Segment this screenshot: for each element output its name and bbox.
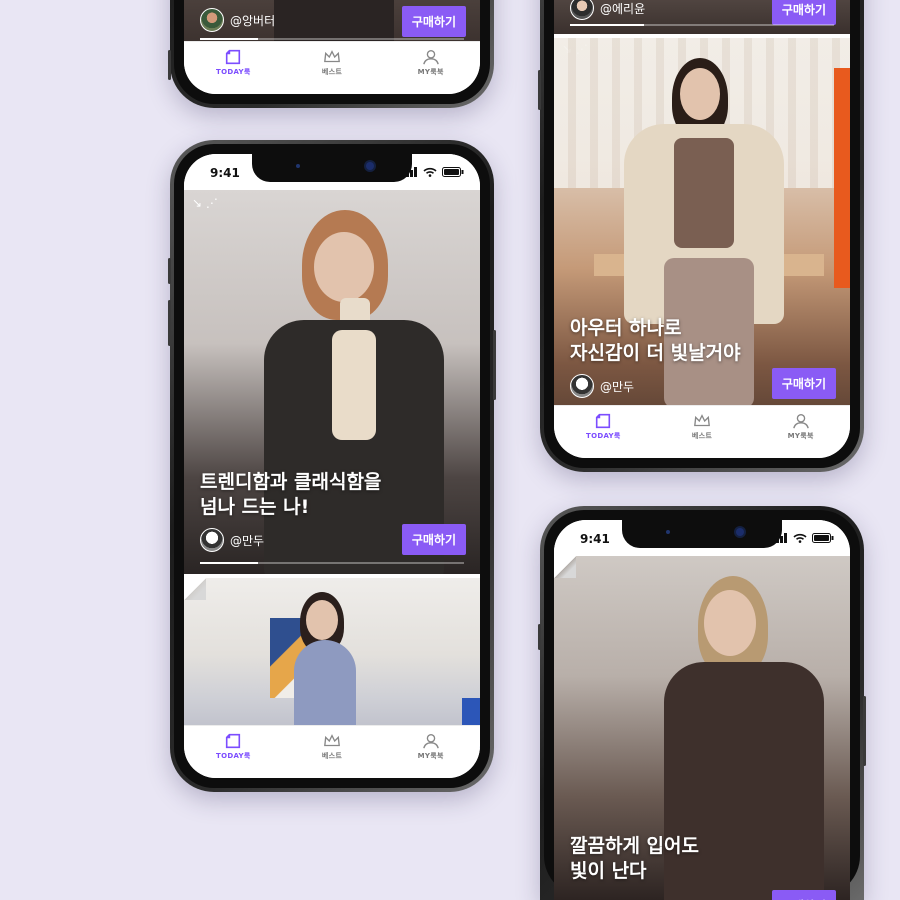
previous-look-photo[interactable]: @에리윤 구매하기 <box>554 0 850 34</box>
tab-today-look[interactable]: TODAY룩 <box>198 48 268 77</box>
buy-button[interactable]: 구매하기 <box>771 890 836 900</box>
notch <box>622 520 782 548</box>
tab-label: MY룩북 <box>787 432 814 440</box>
story-progress <box>200 38 464 40</box>
author-row[interactable]: @에리윤 <box>570 0 645 20</box>
wifi-icon <box>423 167 437 177</box>
tab-label: MY룩북 <box>417 752 444 760</box>
person-icon <box>792 414 809 429</box>
author-avatar <box>570 0 594 20</box>
buy-button[interactable]: 구매하기 <box>771 368 836 399</box>
crown-icon <box>324 50 340 63</box>
page-fold-icon <box>554 556 576 578</box>
document-icon <box>226 733 241 749</box>
look-photo[interactable]: ↘ ⋰ 아우터 하나로 자신감이 더 빛날거야 @만두 구매하기 <box>554 38 850 422</box>
person-icon <box>422 734 439 749</box>
author-avatar <box>200 8 224 32</box>
side-button <box>538 70 541 110</box>
look-caption: 아우터 하나로 자신감이 더 빛날거야 <box>570 317 741 364</box>
look-photo[interactable]: ↘ ⋰ 트렌디함과 클래식함을 넘나 드는 나! @만두 구매하기 <box>184 190 480 574</box>
story-progress <box>200 562 464 564</box>
battery-icon <box>442 167 464 177</box>
author-row[interactable]: @만두 <box>200 528 264 552</box>
screen: @에리윤 구매하기 ↘ ⋰ 아우터 하나로 자신감이 더 빛날거야 @만두 구매 <box>554 0 850 458</box>
notch <box>252 154 412 182</box>
tab-my-lookbook[interactable]: MY룩북 <box>396 732 466 761</box>
side-button <box>863 696 866 766</box>
tab-label: MY룩북 <box>417 68 444 76</box>
expand-icon[interactable]: ↘ ⋰ <box>192 196 218 210</box>
author-name: @만두 <box>600 379 635 394</box>
tab-bar: TODAY룩 베스트 MY룩북 <box>184 725 480 778</box>
status-time: 9:41 <box>210 166 240 180</box>
author-avatar <box>570 374 594 398</box>
phone-bottom-right: 9:41 깔끔하게 입어도 빛이 난다 구매하기 <box>538 506 866 900</box>
author-name: @에리윤 <box>600 1 646 16</box>
wifi-icon <box>793 533 807 543</box>
crown-icon <box>694 414 710 427</box>
status-time: 9:41 <box>580 532 610 546</box>
side-button <box>168 258 171 284</box>
tab-my-lookbook[interactable]: MY룩북 <box>396 48 466 77</box>
page-fold-icon <box>184 578 206 600</box>
side-button <box>168 50 171 80</box>
author-name: @앙버터 <box>230 13 276 28</box>
phone-top-left: @앙버터 구매하기 TODAY룩 베스트 MY룩북 <box>168 0 494 108</box>
screen: 9:41 ↘ ⋰ 트렌디함과 클래식함을 넘나 드는 나! @만두 구매하기 T… <box>184 154 480 778</box>
tab-bar: TODAY룩 베스트 MY룩북 <box>554 405 850 458</box>
screen: @앙버터 구매하기 TODAY룩 베스트 MY룩북 <box>184 0 480 94</box>
tab-best[interactable]: 베스트 <box>667 412 737 441</box>
buy-button[interactable]: 구매하기 <box>401 524 466 555</box>
tab-bar: TODAY룩 베스트 MY룩북 <box>184 41 480 94</box>
tab-label: TODAY룩 <box>586 432 621 440</box>
tab-best[interactable]: 베스트 <box>297 732 367 761</box>
author-row[interactable]: @앙버터 <box>200 8 275 32</box>
look-caption: 트렌디함과 클래식함을 넘나 드는 나! <box>200 471 382 518</box>
phone-right: @에리윤 구매하기 ↘ ⋰ 아우터 하나로 자신감이 더 빛날거야 @만두 구매 <box>538 0 864 472</box>
author-avatar <box>200 528 224 552</box>
buy-button[interactable]: 구매하기 <box>771 0 836 25</box>
tab-label: TODAY룩 <box>216 68 251 76</box>
buy-button[interactable]: 구매하기 <box>401 6 466 37</box>
tab-label: TODAY룩 <box>216 752 251 760</box>
document-icon <box>226 49 241 65</box>
side-button <box>493 330 496 400</box>
side-button <box>538 624 541 650</box>
tab-label: 베스트 <box>691 432 713 440</box>
author-name: @만두 <box>230 533 265 548</box>
tab-label: 베스트 <box>321 752 343 760</box>
side-button <box>168 300 171 346</box>
tab-today-look[interactable]: TODAY룩 <box>198 732 268 761</box>
phone-main: 9:41 ↘ ⋰ 트렌디함과 클래식함을 넘나 드는 나! @만두 구매하기 T… <box>168 140 496 792</box>
look-caption: 깔끔하게 입어도 빛이 난다 <box>570 835 699 882</box>
tab-label: 베스트 <box>321 68 343 76</box>
next-look-photo[interactable] <box>184 578 480 748</box>
orange-panel <box>834 68 850 288</box>
look-photo[interactable]: 깔끔하게 입어도 빛이 난다 구매하기 <box>554 556 850 900</box>
tab-best[interactable]: 베스트 <box>297 48 367 77</box>
battery-icon <box>812 533 834 543</box>
story-progress <box>570 24 834 26</box>
document-icon <box>596 413 611 429</box>
tab-my-lookbook[interactable]: MY룩북 <box>766 412 836 441</box>
author-row[interactable]: @만두 <box>570 374 634 398</box>
tab-today-look[interactable]: TODAY룩 <box>568 412 638 441</box>
crown-icon <box>324 734 340 747</box>
screen: 9:41 깔끔하게 입어도 빛이 난다 구매하기 <box>554 520 850 900</box>
person-icon <box>422 50 439 65</box>
